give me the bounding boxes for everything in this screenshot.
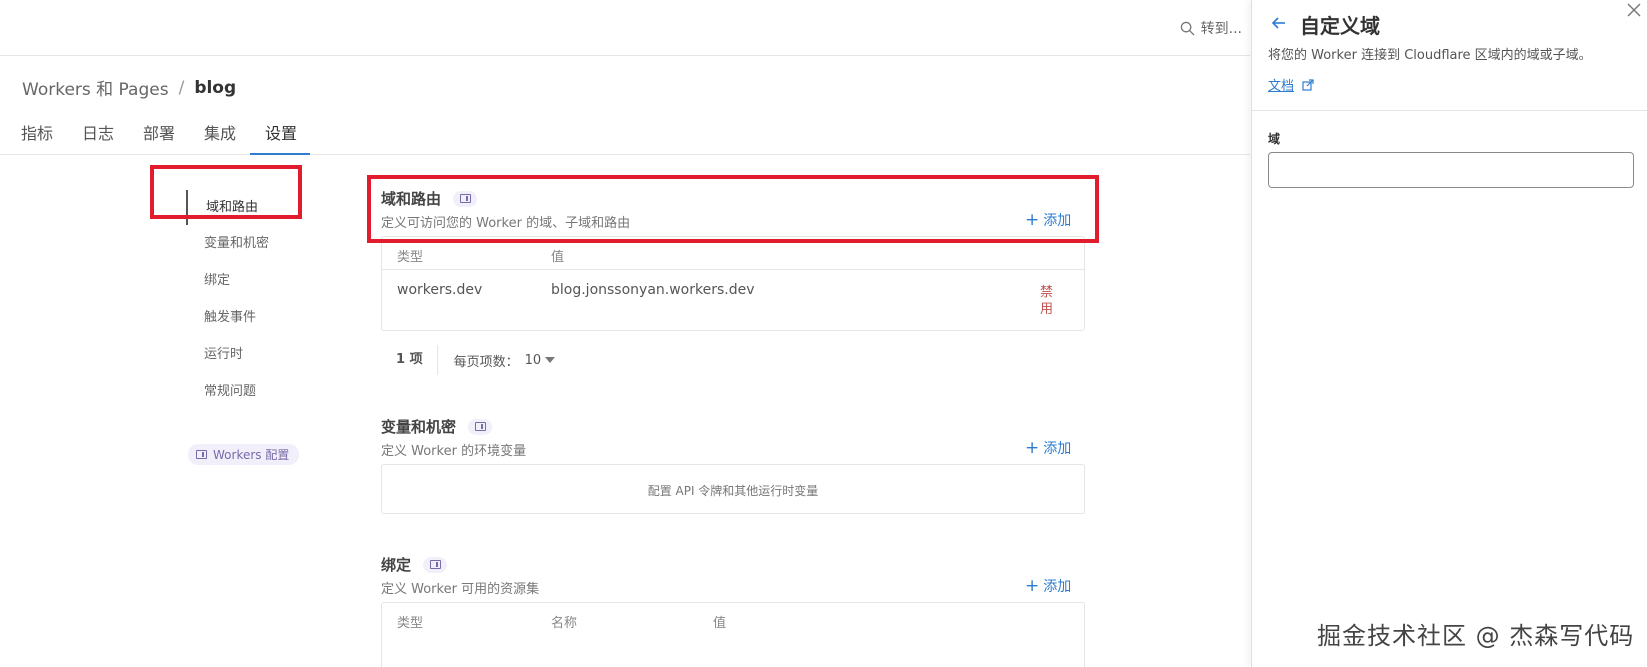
row-type-cell: workers.dev — [397, 282, 483, 298]
tab-bar: 指标 日志 部署 集成 设置 — [0, 112, 1250, 155]
bindings-section-title: 绑定 — [381, 554, 448, 575]
search-placeholder: 转到... — [1200, 21, 1242, 37]
docs-badge[interactable] — [423, 556, 448, 573]
sidebar-item-triggers[interactable]: 触发事件 — [186, 299, 269, 336]
bindings-table: 类型 名称 值 — [381, 602, 1085, 667]
annotation-box-section — [367, 175, 1099, 243]
table-header-divider — [382, 269, 1084, 270]
breadcrumb-root[interactable]: Workers 和 Pages — [22, 75, 169, 100]
variables-title-text: 变量和机密 — [381, 418, 457, 436]
tab-deployments[interactable]: 部署 — [143, 112, 175, 155]
variables-empty-text: 配置 API 令牌和其他运行时变量 — [647, 484, 819, 498]
per-page-value: 10 — [524, 352, 542, 368]
plus-icon: + — [1025, 438, 1040, 458]
domain-field-label: 域 — [1268, 132, 1281, 146]
drawer-description: 将您的 Worker 连接到 Cloudflare 区域内的域或子域。 — [1268, 48, 1592, 63]
docs-panel-icon — [429, 560, 441, 569]
add-variable-label: 添加 — [1043, 441, 1072, 457]
settings-sidebar: 域和路由 变量和机密 绑定 触发事件 运行时 常规问题 — [186, 190, 269, 410]
column-header-name: 名称 — [551, 616, 578, 631]
docs-link-label: 文档 — [1268, 79, 1295, 94]
variables-empty-panel[interactable]: 配置 API 令牌和其他运行时变量 — [381, 464, 1085, 514]
add-variable-button[interactable]: + 添加 — [1025, 438, 1071, 458]
pagination: 1 项 每页项数： 10 — [396, 345, 556, 375]
sidebar-item-runtime[interactable]: 运行时 — [186, 336, 269, 373]
column-header-type: 类型 — [397, 250, 424, 265]
docs-panel-icon — [474, 422, 486, 431]
bindings-section-subtitle: 定义 Worker 可用的资源集 — [381, 582, 540, 597]
sidebar-item-bindings[interactable]: 绑定 — [186, 262, 269, 299]
annotation-box-sidebar — [150, 165, 302, 219]
bindings-title-text: 绑定 — [381, 556, 412, 574]
arrow-left-icon[interactable] — [1270, 14, 1288, 32]
custom-domain-drawer: 自定义域 将您的 Worker 连接到 Cloudflare 区域内的域或子域。… — [1251, 0, 1647, 667]
column-header-value: 值 — [713, 616, 727, 631]
breadcrumb-separator: / — [178, 77, 185, 98]
external-link-icon — [1302, 78, 1314, 91]
breadcrumb-current: blog — [194, 77, 237, 98]
add-binding-button[interactable]: + 添加 — [1025, 576, 1071, 596]
disable-button[interactable]: 禁用 — [1040, 284, 1056, 318]
close-icon[interactable] — [1626, 2, 1642, 18]
chevron-down-icon — [545, 357, 556, 363]
watermark-text: 掘金技术社区 @ 杰森写代码 — [1317, 622, 1635, 650]
variables-section-subtitle: 定义 Worker 的环境变量 — [381, 444, 527, 459]
drawer-title: 自定义域 — [1300, 14, 1380, 38]
column-header-value: 值 — [551, 250, 565, 265]
column-header-type: 类型 — [397, 616, 424, 631]
variables-section-title: 变量和机密 — [381, 416, 493, 437]
tab-metrics[interactable]: 指标 — [21, 112, 53, 155]
sidebar-item-general[interactable]: 常规问题 — [186, 373, 269, 410]
top-bar: 转到... — [0, 0, 1250, 56]
tab-integrations[interactable]: 集成 — [204, 112, 236, 155]
tab-logs[interactable]: 日志 — [82, 112, 114, 155]
drawer-header: 自定义域 将您的 Worker 连接到 Cloudflare 区域内的域或子域。… — [1252, 0, 1647, 111]
row-value-cell: blog.jonssonyan.workers.dev — [551, 282, 755, 298]
docs-link[interactable]: 文档 — [1268, 75, 1314, 94]
item-count: 1 项 — [396, 345, 438, 375]
tab-settings[interactable]: 设置 — [250, 112, 310, 155]
domains-table: 类型 值 workers.dev blog.jonssonyan.workers… — [381, 236, 1085, 331]
docs-badge[interactable] — [468, 418, 493, 435]
plus-icon: + — [1025, 576, 1040, 596]
search-icon — [1180, 21, 1195, 36]
per-page-select[interactable]: 10 — [525, 353, 556, 368]
docs-panel-icon — [196, 450, 207, 459]
domain-input[interactable] — [1268, 152, 1634, 188]
workers-config-label: Workers 配置 — [213, 448, 290, 462]
sidebar-item-variables-secrets[interactable]: 变量和机密 — [186, 225, 269, 262]
breadcrumb: Workers 和 Pages / blog — [22, 75, 237, 101]
search-box[interactable]: 转到... — [1180, 18, 1242, 38]
workers-config-link[interactable]: Workers 配置 — [188, 444, 300, 465]
add-binding-label: 添加 — [1043, 579, 1072, 595]
per-page-label: 每页项数： — [453, 354, 519, 370]
